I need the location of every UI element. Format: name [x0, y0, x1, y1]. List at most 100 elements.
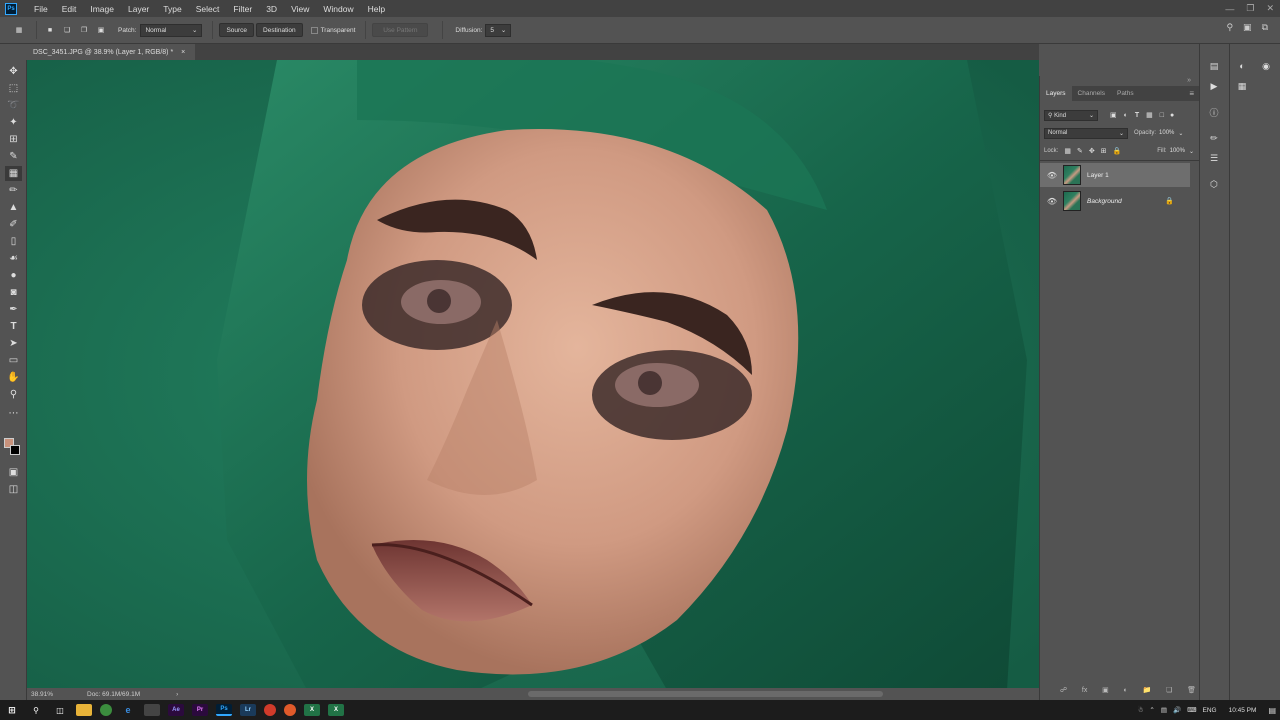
visibility-eye-icon[interactable]: 👁: [1045, 171, 1059, 180]
menu-edit[interactable]: Edit: [55, 4, 84, 14]
status-menu-arrow[interactable]: ›: [176, 691, 178, 698]
hand-tool-icon[interactable]: ✋: [5, 370, 22, 385]
volume-icon[interactable]: 🔊: [1173, 706, 1181, 714]
workspace-icon[interactable]: ▣: [1243, 22, 1252, 33]
menu-select[interactable]: Select: [189, 4, 227, 14]
lasso-tool-icon[interactable]: ➰: [5, 98, 22, 113]
menu-image[interactable]: Image: [83, 4, 121, 14]
transparent-checkbox[interactable]: Transparent: [310, 26, 355, 34]
crop-tool-icon[interactable]: ⊞: [5, 132, 22, 147]
link-layers-icon[interactable]: ☍: [1060, 686, 1067, 694]
people-icon[interactable]: ☃: [1138, 706, 1144, 714]
patch-tool-icon[interactable]: ▦: [8, 23, 30, 37]
app-icon[interactable]: [284, 704, 296, 716]
filter-toggle-icon[interactable]: ●: [1170, 112, 1174, 119]
color-panel-icon[interactable]: ◐: [1234, 58, 1250, 74]
layer-row-background[interactable]: 👁 Background 🔒: [1040, 189, 1190, 213]
adjustment-filter-icon[interactable]: ◐: [1124, 112, 1128, 119]
edge-icon[interactable]: e: [120, 704, 136, 716]
history-brush-tool-icon[interactable]: ✐: [5, 217, 22, 232]
more-tools-icon[interactable]: ⋯: [5, 406, 22, 421]
visibility-eye-icon[interactable]: 👁: [1045, 197, 1059, 206]
keyboard-icon[interactable]: ⌨: [1187, 706, 1196, 714]
tab-layers[interactable]: Layers: [1040, 86, 1072, 101]
info-panel-icon[interactable]: ⓘ: [1206, 104, 1222, 120]
notifications-icon[interactable]: ▤: [1268, 706, 1276, 715]
add-selection-icon[interactable]: ❏: [60, 23, 74, 37]
chevron-up-icon[interactable]: ⌃: [1149, 706, 1154, 714]
layer-filter-select[interactable]: ⚲ Kind ⌄: [1044, 109, 1098, 121]
lock-position-icon[interactable]: ✥: [1089, 147, 1095, 155]
patch-tool-icon[interactable]: ▦: [5, 166, 22, 181]
lock-transparent-icon[interactable]: ▦: [1064, 147, 1071, 155]
layer-row-layer-1[interactable]: 👁 Layer 1: [1040, 163, 1190, 187]
zoom-level[interactable]: 38.91%: [31, 691, 87, 698]
layer-name[interactable]: Layer 1: [1087, 172, 1109, 179]
patch-mode-select[interactable]: Normal ⌄: [140, 23, 203, 37]
document-canvas[interactable]: [27, 60, 1039, 690]
search-icon[interactable]: ⚲: [28, 704, 44, 716]
search-icon[interactable]: ⚲: [1226, 22, 1233, 33]
lightroom-icon[interactable]: Lr: [240, 704, 256, 716]
app-icon[interactable]: [264, 704, 276, 716]
paint-bucket-tool-icon[interactable]: ☙: [5, 251, 22, 266]
type-tool-icon[interactable]: T: [5, 319, 22, 334]
network-icon[interactable]: ▤: [1161, 706, 1167, 714]
smart-object-filter-icon[interactable]: □: [1160, 112, 1164, 119]
3d-panel-icon[interactable]: ⬡: [1206, 176, 1222, 192]
close-icon[interactable]: ✕: [1266, 3, 1274, 14]
pixel-filter-icon[interactable]: ▣: [1110, 111, 1117, 119]
language-indicator[interactable]: ENG: [1203, 707, 1217, 714]
lock-image-icon[interactable]: ✎: [1077, 147, 1083, 155]
share-icon[interactable]: ⧉: [1262, 22, 1268, 33]
task-view-icon[interactable]: ◫: [52, 704, 68, 716]
after-effects-icon[interactable]: Ae: [168, 704, 184, 716]
tab-paths[interactable]: Paths: [1111, 86, 1140, 101]
add-mask-icon[interactable]: ▣: [1102, 686, 1109, 694]
minimize-icon[interactable]: —: [1225, 4, 1234, 14]
zoom-tool-icon[interactable]: ⚲: [5, 387, 22, 402]
menu-help[interactable]: Help: [361, 4, 392, 14]
move-tool-icon[interactable]: ✥: [5, 64, 22, 79]
menu-type[interactable]: Type: [156, 4, 188, 14]
diffusion-select[interactable]: 5 ⌄: [485, 23, 512, 37]
shape-filter-icon[interactable]: ▦: [1146, 111, 1153, 119]
blend-mode-select[interactable]: Normal ⌄: [1044, 127, 1128, 139]
dodge-tool-icon[interactable]: ◙: [5, 285, 22, 300]
brush-tool-icon[interactable]: ✏: [5, 183, 22, 198]
eyedropper-tool-icon[interactable]: ✎: [5, 149, 22, 164]
intersect-selection-icon[interactable]: ▣: [94, 23, 108, 37]
new-layer-icon[interactable]: ❏: [1166, 686, 1172, 694]
excel-icon[interactable]: X: [304, 704, 320, 716]
app-icon[interactable]: [144, 704, 160, 716]
destination-button[interactable]: Destination: [256, 23, 303, 37]
excel-icon[interactable]: X: [328, 704, 344, 716]
menu-layer[interactable]: Layer: [121, 4, 156, 14]
libraries-panel-icon[interactable]: ▦: [1234, 78, 1250, 94]
menu-3d[interactable]: 3D: [259, 4, 284, 14]
screen-mode-icon[interactable]: ◫: [5, 482, 22, 497]
clone-stamp-tool-icon[interactable]: ▲: [5, 200, 22, 215]
adjustment-layer-icon[interactable]: ◐: [1124, 687, 1128, 694]
quick-mask-icon[interactable]: ▣: [5, 465, 22, 480]
rectangle-tool-icon[interactable]: ▭: [5, 353, 22, 368]
subtract-selection-icon[interactable]: ❐: [77, 23, 91, 37]
quick-select-tool-icon[interactable]: ✦: [5, 115, 22, 130]
new-group-icon[interactable]: 📁: [1143, 686, 1152, 694]
path-select-tool-icon[interactable]: ➤: [5, 336, 22, 351]
brush-settings-icon[interactable]: ✏: [1206, 130, 1222, 146]
chevron-down-icon[interactable]: ⌄: [1178, 130, 1183, 137]
panel-menu-icon[interactable]: ≡: [1189, 89, 1194, 98]
menu-filter[interactable]: Filter: [226, 4, 259, 14]
type-filter-icon[interactable]: T: [1135, 112, 1139, 119]
fill-value[interactable]: 100%: [1170, 148, 1185, 154]
use-pattern-button[interactable]: Use Pattern: [372, 23, 429, 37]
photoshop-taskbar-icon[interactable]: Ps: [216, 704, 232, 716]
blur-tool-icon[interactable]: ●: [5, 268, 22, 283]
lock-all-icon[interactable]: 🔒: [1113, 147, 1122, 155]
adjustments-panel-icon[interactable]: ☰: [1206, 150, 1222, 166]
delete-layer-icon[interactable]: 🗑: [1187, 686, 1196, 694]
file-explorer-icon[interactable]: [76, 704, 92, 716]
chrome-icon[interactable]: [100, 704, 112, 716]
restore-icon[interactable]: ❐: [1246, 3, 1254, 14]
